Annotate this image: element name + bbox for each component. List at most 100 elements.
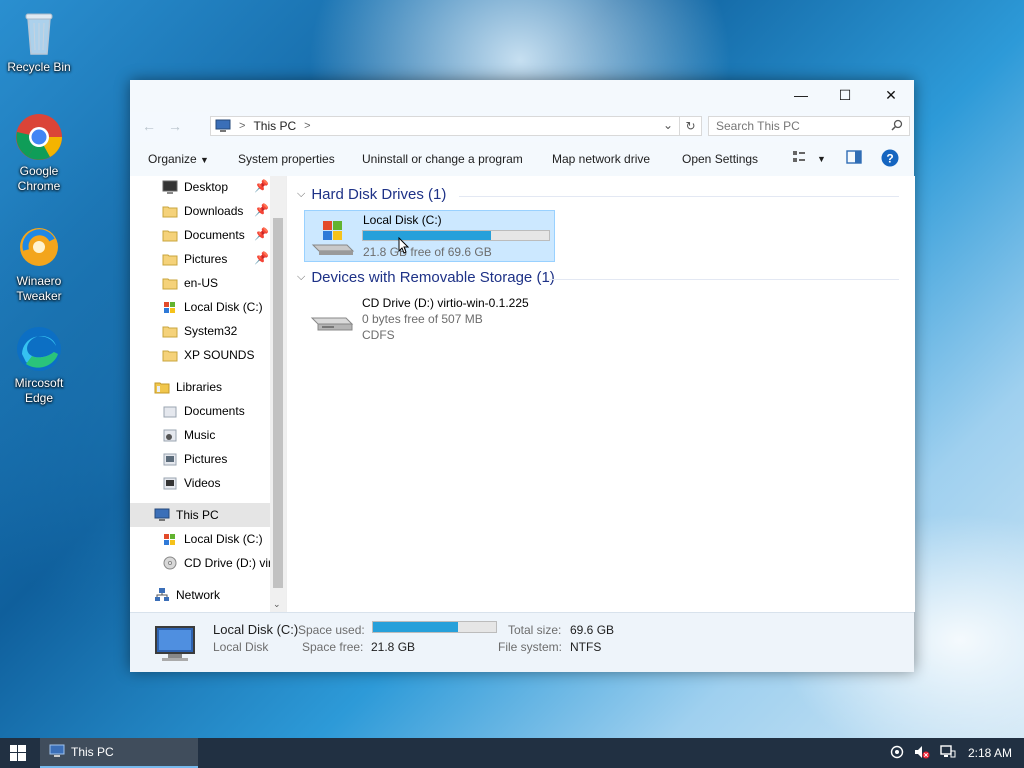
group-divider (549, 279, 899, 280)
libraries-icon (154, 379, 170, 395)
address-location[interactable]: This PC (253, 119, 296, 133)
help-icon[interactable]: ? (881, 149, 899, 170)
maximize-button[interactable]: ☐ (822, 80, 868, 110)
address-separator: > (239, 120, 246, 132)
nav-item-pc-local-disk[interactable]: Local Disk (C:) (162, 528, 263, 550)
file-system-value: NTFS (570, 640, 602, 654)
total-size-label: Total size: (508, 623, 562, 637)
computer-icon (215, 119, 231, 133)
nav-item-system32[interactable]: System32 (162, 320, 237, 342)
group-header-hard-disk[interactable]: ⌵ Hard Disk Drives (1) (297, 186, 446, 203)
folder-icon (162, 323, 178, 339)
nav-item-en-us[interactable]: en-US (162, 272, 218, 294)
desktop-icon-label: Winaero Tweaker (16, 274, 62, 303)
desktop-icon-winaero-tweaker[interactable]: Winaero Tweaker (1, 222, 77, 304)
cd-drive-icon (310, 308, 354, 337)
chrome-icon (14, 112, 64, 162)
nav-item-label: Libraries (176, 380, 223, 394)
network-tray-icon[interactable] (940, 744, 956, 762)
uninstall-program-button[interactable]: Uninstall or change a program (362, 152, 523, 166)
view-dropdown-icon[interactable]: ▼ (817, 154, 826, 164)
address-dropdown-icon[interactable]: ⌄ (663, 118, 673, 132)
nav-item-label: en-US (184, 276, 219, 290)
desktop-icon-google-chrome[interactable]: Google Chrome (1, 112, 77, 194)
system-properties-button[interactable]: System properties (238, 152, 335, 166)
title-bar[interactable]: — ☐ ✕ (130, 80, 914, 112)
nav-item-lib-music[interactable]: Music (162, 424, 215, 446)
group-title: Hard Disk Drives (1) (311, 186, 447, 203)
close-button[interactable]: ✕ (868, 80, 914, 110)
desktop-icon-edge[interactable]: Mircosoft Edge (1, 324, 77, 406)
drive-tile-local-disk[interactable]: Local Disk (C:) 21.8 GB free of 69.6 GB (304, 210, 555, 262)
organize-button[interactable]: Organize ▼ (148, 152, 209, 166)
file-system-label: File system: (498, 640, 563, 654)
group-header-removable[interactable]: ⌵ Devices with Removable Storage (1) (297, 269, 555, 286)
nav-item-pictures[interactable]: Pictures (162, 248, 227, 270)
nav-item-lib-pictures[interactable]: Pictures (162, 448, 227, 470)
search-input[interactable]: Search This PC (708, 116, 910, 136)
taskbar-app-this-pc[interactable]: This PC (40, 738, 198, 768)
nav-item-label: Local Disk (C:) (184, 300, 263, 314)
winaero-tweaker-icon (14, 222, 64, 272)
map-network-drive-button[interactable]: Map network drive (552, 152, 650, 166)
nav-item-xp-sounds[interactable]: XP SOUNDS (162, 344, 254, 366)
chevron-down-icon: ⌵ (297, 188, 306, 200)
nav-item-local-disk[interactable]: Local Disk (C:) (162, 296, 263, 318)
windows-drive-icon (162, 531, 178, 547)
pin-icon: 📌 (254, 251, 269, 265)
chevron-down-icon: ▼ (200, 155, 209, 165)
nav-item-this-pc[interactable]: This PC (154, 504, 219, 526)
computer-icon (150, 625, 200, 668)
nav-item-network[interactable]: Network (154, 584, 220, 606)
nav-item-label: Music (184, 428, 216, 442)
nav-item-downloads[interactable]: Downloads (162, 200, 243, 222)
details-pane: Local Disk (C:) Local Disk Space used: S… (130, 612, 914, 672)
nav-item-libraries[interactable]: Libraries (154, 376, 222, 398)
nav-item-label: Network (176, 588, 221, 602)
webcam-icon[interactable] (890, 745, 904, 762)
nav-item-label: Local Disk (C:) (184, 532, 263, 546)
navigation-pane: Desktop 📌 Downloads 📌 Documents 📌 Pictur… (130, 176, 286, 612)
organize-label: Organize (148, 152, 197, 166)
nav-item-documents[interactable]: Documents (162, 224, 245, 246)
drive-tile-cd-drive[interactable]: CD Drive (D:) virtio-win-0.1.225 0 bytes… (304, 294, 555, 346)
volume-muted-icon[interactable] (914, 745, 930, 762)
space-free-label: Space free: (302, 640, 364, 654)
nav-scrollbar[interactable]: ⌄ (270, 176, 286, 612)
pictures-library-icon (162, 451, 178, 467)
nav-item-lib-documents[interactable]: Documents (162, 400, 245, 422)
back-arrow-icon[interactable]: ← (142, 118, 156, 134)
refresh-button[interactable]: ↻ (680, 116, 702, 136)
nav-item-label: CD Drive (D:) virt (184, 556, 276, 570)
pin-icon: 📌 (254, 227, 269, 241)
desktop-icon-recycle-bin[interactable]: Recycle Bin (1, 8, 77, 75)
nav-item-label: Documents (184, 404, 245, 418)
space-used-label: Space used: (298, 623, 365, 637)
nav-item-label: Videos (184, 476, 221, 490)
nav-item-label: This PC (176, 508, 219, 522)
view-options-icon[interactable] (792, 150, 806, 167)
pin-icon: 📌 (254, 179, 269, 193)
minimize-button[interactable]: — (778, 80, 824, 110)
folder-icon (162, 227, 178, 243)
computer-icon (154, 507, 170, 523)
space-free-value: 21.8 GB (371, 640, 416, 654)
system-tray: 2:18 AM (890, 738, 1012, 768)
windows-drive-icon (162, 299, 178, 315)
scrollbar-thumb[interactable] (273, 218, 283, 588)
refresh-icon: ↻ (685, 119, 696, 133)
address-bar[interactable]: > This PC > ⌄ (210, 116, 680, 136)
start-icon[interactable] (10, 745, 26, 764)
nav-item-pc-cd-drive[interactable]: CD Drive (D:) virt (162, 552, 275, 574)
nav-item-label: System32 (184, 324, 238, 338)
forward-arrow-icon[interactable]: → (168, 118, 182, 134)
nav-item-label: Pictures (184, 252, 228, 266)
nav-item-desktop[interactable]: Desktop (162, 176, 228, 198)
scroll-down-icon[interactable]: ⌄ (273, 599, 281, 610)
preview-pane-icon[interactable] (846, 150, 862, 167)
open-settings-button[interactable]: Open Settings (682, 152, 758, 166)
nav-item-label: Pictures (184, 452, 228, 466)
drive-name: Local Disk (C:) (363, 213, 442, 227)
nav-item-lib-videos[interactable]: Videos (162, 472, 220, 494)
clock[interactable]: 2:18 AM (968, 746, 1012, 760)
